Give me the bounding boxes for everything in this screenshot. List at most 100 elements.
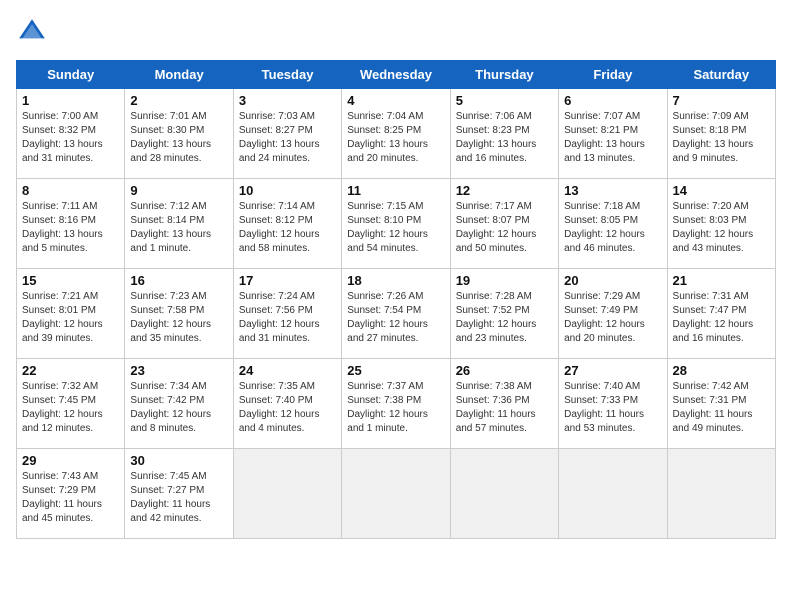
calendar-cell: 4 Sunrise: 7:04 AM Sunset: 8:25 PM Daylig… <box>342 89 450 179</box>
day-detail: Sunrise: 7:28 AM Sunset: 7:52 PM Dayligh… <box>456 290 553 346</box>
day-detail: Sunrise: 7:11 AM Sunset: 8:16 PM Dayligh… <box>22 200 119 256</box>
calendar-cell <box>342 449 450 539</box>
calendar-cell: 7 Sunrise: 7:09 AM Sunset: 8:18 PM Daylig… <box>667 89 775 179</box>
day-number: 4 <box>347 93 444 108</box>
day-detail: Sunrise: 7:00 AM Sunset: 8:32 PM Dayligh… <box>22 110 119 166</box>
calendar-cell: 12 Sunrise: 7:17 AM Sunset: 8:07 PM Dayli… <box>450 179 558 269</box>
day-number: 11 <box>347 183 444 198</box>
day-detail: Sunrise: 7:01 AM Sunset: 8:30 PM Dayligh… <box>130 110 227 166</box>
calendar-cell: 28 Sunrise: 7:42 AM Sunset: 7:31 PM Dayli… <box>667 359 775 449</box>
calendar-cell: 1 Sunrise: 7:00 AM Sunset: 8:32 PM Daylig… <box>17 89 125 179</box>
day-number: 17 <box>239 273 336 288</box>
day-number: 8 <box>22 183 119 198</box>
day-detail: Sunrise: 7:07 AM Sunset: 8:21 PM Dayligh… <box>564 110 661 166</box>
day-number: 3 <box>239 93 336 108</box>
calendar-cell: 6 Sunrise: 7:07 AM Sunset: 8:21 PM Daylig… <box>559 89 667 179</box>
calendar-cell: 21 Sunrise: 7:31 AM Sunset: 7:47 PM Dayli… <box>667 269 775 359</box>
day-detail: Sunrise: 7:32 AM Sunset: 7:45 PM Dayligh… <box>22 380 119 436</box>
day-detail: Sunrise: 7:21 AM Sunset: 8:01 PM Dayligh… <box>22 290 119 346</box>
calendar-cell: 13 Sunrise: 7:18 AM Sunset: 8:05 PM Dayli… <box>559 179 667 269</box>
calendar-cell: 15 Sunrise: 7:21 AM Sunset: 8:01 PM Dayli… <box>17 269 125 359</box>
day-detail: Sunrise: 7:04 AM Sunset: 8:25 PM Dayligh… <box>347 110 444 166</box>
calendar-cell: 23 Sunrise: 7:34 AM Sunset: 7:42 PM Dayli… <box>125 359 233 449</box>
day-number: 13 <box>564 183 661 198</box>
day-detail: Sunrise: 7:20 AM Sunset: 8:03 PM Dayligh… <box>673 200 770 256</box>
calendar-cell <box>559 449 667 539</box>
weekday-header-friday: Friday <box>559 61 667 89</box>
day-number: 26 <box>456 363 553 378</box>
day-detail: Sunrise: 7:29 AM Sunset: 7:49 PM Dayligh… <box>564 290 661 346</box>
day-detail: Sunrise: 7:43 AM Sunset: 7:29 PM Dayligh… <box>22 470 119 526</box>
day-number: 12 <box>456 183 553 198</box>
calendar-cell: 27 Sunrise: 7:40 AM Sunset: 7:33 PM Dayli… <box>559 359 667 449</box>
day-detail: Sunrise: 7:23 AM Sunset: 7:58 PM Dayligh… <box>130 290 227 346</box>
calendar-cell: 10 Sunrise: 7:14 AM Sunset: 8:12 PM Dayli… <box>233 179 341 269</box>
calendar-cell <box>667 449 775 539</box>
day-detail: Sunrise: 7:09 AM Sunset: 8:18 PM Dayligh… <box>673 110 770 166</box>
calendar-cell: 24 Sunrise: 7:35 AM Sunset: 7:40 PM Dayli… <box>233 359 341 449</box>
day-detail: Sunrise: 7:15 AM Sunset: 8:10 PM Dayligh… <box>347 200 444 256</box>
day-number: 6 <box>564 93 661 108</box>
day-number: 19 <box>456 273 553 288</box>
calendar-cell: 19 Sunrise: 7:28 AM Sunset: 7:52 PM Dayli… <box>450 269 558 359</box>
calendar-cell: 8 Sunrise: 7:11 AM Sunset: 8:16 PM Daylig… <box>17 179 125 269</box>
calendar-cell: 25 Sunrise: 7:37 AM Sunset: 7:38 PM Dayli… <box>342 359 450 449</box>
calendar-cell: 11 Sunrise: 7:15 AM Sunset: 8:10 PM Dayli… <box>342 179 450 269</box>
weekday-header-tuesday: Tuesday <box>233 61 341 89</box>
day-detail: Sunrise: 7:37 AM Sunset: 7:38 PM Dayligh… <box>347 380 444 436</box>
day-number: 24 <box>239 363 336 378</box>
day-detail: Sunrise: 7:31 AM Sunset: 7:47 PM Dayligh… <box>673 290 770 346</box>
day-number: 7 <box>673 93 770 108</box>
day-detail: Sunrise: 7:14 AM Sunset: 8:12 PM Dayligh… <box>239 200 336 256</box>
day-detail: Sunrise: 7:45 AM Sunset: 7:27 PM Dayligh… <box>130 470 227 526</box>
day-number: 1 <box>22 93 119 108</box>
day-detail: Sunrise: 7:18 AM Sunset: 8:05 PM Dayligh… <box>564 200 661 256</box>
day-detail: Sunrise: 7:34 AM Sunset: 7:42 PM Dayligh… <box>130 380 227 436</box>
day-detail: Sunrise: 7:40 AM Sunset: 7:33 PM Dayligh… <box>564 380 661 436</box>
day-number: 27 <box>564 363 661 378</box>
day-number: 25 <box>347 363 444 378</box>
calendar-cell: 29 Sunrise: 7:43 AM Sunset: 7:29 PM Dayli… <box>17 449 125 539</box>
day-detail: Sunrise: 7:12 AM Sunset: 8:14 PM Dayligh… <box>130 200 227 256</box>
day-number: 20 <box>564 273 661 288</box>
day-number: 21 <box>673 273 770 288</box>
day-number: 14 <box>673 183 770 198</box>
day-detail: Sunrise: 7:35 AM Sunset: 7:40 PM Dayligh… <box>239 380 336 436</box>
day-detail: Sunrise: 7:17 AM Sunset: 8:07 PM Dayligh… <box>456 200 553 256</box>
calendar-cell <box>450 449 558 539</box>
calendar-cell <box>233 449 341 539</box>
calendar-cell: 22 Sunrise: 7:32 AM Sunset: 7:45 PM Dayli… <box>17 359 125 449</box>
calendar-cell: 26 Sunrise: 7:38 AM Sunset: 7:36 PM Dayli… <box>450 359 558 449</box>
weekday-header-sunday: Sunday <box>17 61 125 89</box>
logo <box>16 16 52 48</box>
calendar-cell: 16 Sunrise: 7:23 AM Sunset: 7:58 PM Dayli… <box>125 269 233 359</box>
day-number: 10 <box>239 183 336 198</box>
calendar-cell: 2Sunrise: 7:01 AM Sunset: 8:30 PM Daylig… <box>125 89 233 179</box>
day-number: 30 <box>130 453 227 468</box>
day-detail: Sunrise: 7:24 AM Sunset: 7:56 PM Dayligh… <box>239 290 336 346</box>
calendar-cell: 9 Sunrise: 7:12 AM Sunset: 8:14 PM Daylig… <box>125 179 233 269</box>
day-detail: Sunrise: 7:42 AM Sunset: 7:31 PM Dayligh… <box>673 380 770 436</box>
calendar-cell: 14 Sunrise: 7:20 AM Sunset: 8:03 PM Dayli… <box>667 179 775 269</box>
weekday-header-saturday: Saturday <box>667 61 775 89</box>
calendar-cell: 17 Sunrise: 7:24 AM Sunset: 7:56 PM Dayli… <box>233 269 341 359</box>
weekday-header-thursday: Thursday <box>450 61 558 89</box>
day-number: 18 <box>347 273 444 288</box>
calendar-table: SundayMondayTuesdayWednesdayThursdayFrid… <box>16 60 776 539</box>
calendar-cell: 3Sunrise: 7:03 AM Sunset: 8:27 PM Daylig… <box>233 89 341 179</box>
calendar-cell: 20 Sunrise: 7:29 AM Sunset: 7:49 PM Dayli… <box>559 269 667 359</box>
day-detail: Sunrise: 7:26 AM Sunset: 7:54 PM Dayligh… <box>347 290 444 346</box>
day-number: 29 <box>22 453 119 468</box>
day-number: 28 <box>673 363 770 378</box>
day-detail: Sunrise: 7:38 AM Sunset: 7:36 PM Dayligh… <box>456 380 553 436</box>
calendar-cell: 5Sunrise: 7:06 AM Sunset: 8:23 PM Daylig… <box>450 89 558 179</box>
day-number: 9 <box>130 183 227 198</box>
day-number: 23 <box>130 363 227 378</box>
calendar-cell: 18 Sunrise: 7:26 AM Sunset: 7:54 PM Dayli… <box>342 269 450 359</box>
day-number: 15 <box>22 273 119 288</box>
weekday-header-wednesday: Wednesday <box>342 61 450 89</box>
day-number: 16 <box>130 273 227 288</box>
logo-icon <box>16 16 48 48</box>
day-number: 22 <box>22 363 119 378</box>
day-detail: Sunrise: 7:06 AM Sunset: 8:23 PM Dayligh… <box>456 110 553 166</box>
